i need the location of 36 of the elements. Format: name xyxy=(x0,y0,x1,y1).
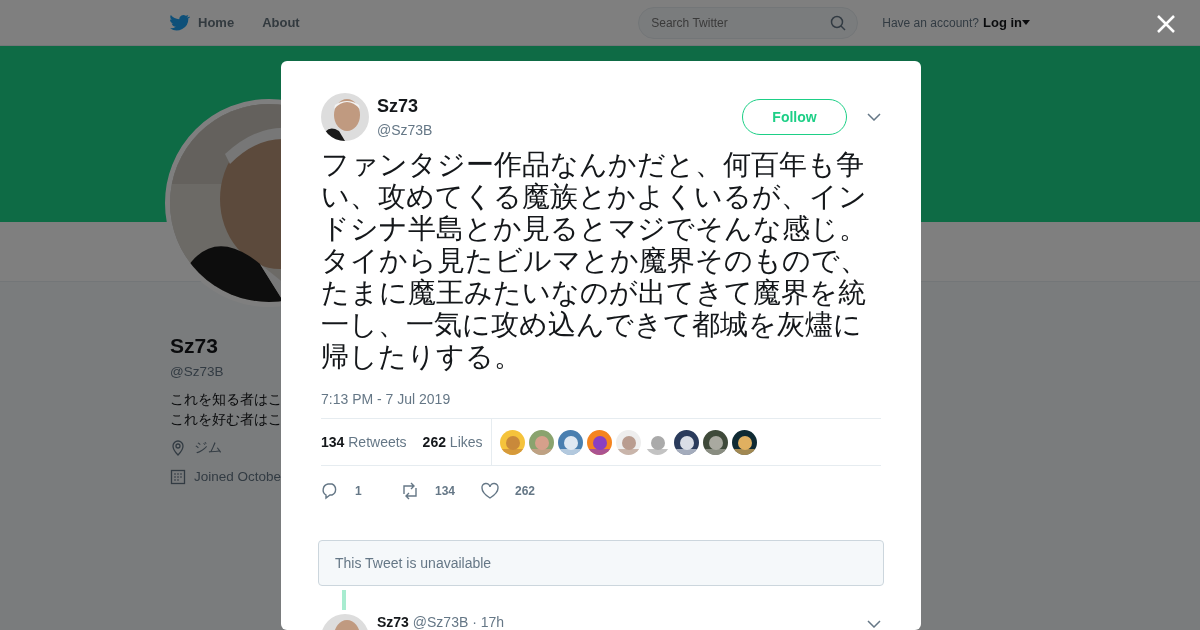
profile-name: Sz73 xyxy=(170,333,219,359)
tweet-text: ファンタジー作品なんかだと、何百年も争い、攻めてくる魔族とかよくいるが、インドシナ半島とか見るとマジでそんな感じ。タイから見たビルマとか魔界そのもので、たまに魔王みたいなのが出てきて魔界を統一し、一気に攻め込んできて都城を灰燼に帰したりする。 xyxy=(321,149,869,373)
profile-handle: @Sz73B xyxy=(170,362,225,381)
retweet-icon[interactable] xyxy=(401,482,419,500)
reply-icon[interactable] xyxy=(321,482,339,500)
location-pin-icon xyxy=(170,440,186,457)
search-field[interactable]: Search Twitter xyxy=(638,6,859,39)
author-handle: @Sz73B xyxy=(377,121,433,140)
follow-button[interactable]: Follow xyxy=(742,99,847,135)
action-count: 1 xyxy=(355,483,362,500)
tweet-age: · 17h xyxy=(472,614,505,630)
stat-count: 134 Retweets xyxy=(321,432,407,452)
heart-icon[interactable] xyxy=(481,482,499,500)
author-handle: @Sz73B xyxy=(412,614,469,630)
bio-line: これを知る者はこ xyxy=(170,390,283,409)
account-prompt: Have an account? xyxy=(882,14,979,32)
stat-count: 262 Likes xyxy=(422,432,483,452)
author-name: Sz73 xyxy=(377,614,409,630)
calendar-icon xyxy=(170,468,186,485)
author-name: Sz73 xyxy=(377,95,420,118)
unavailable-tweet-notice: This Tweet is unavailable xyxy=(318,540,884,586)
search-icon[interactable] xyxy=(830,14,847,31)
chevron-down-icon[interactable] xyxy=(867,113,881,121)
tweet-timestamp: 7:13 PM - 7 Jul 2019 xyxy=(321,390,452,409)
bio-line: これを好む者はこ xyxy=(170,411,283,429)
nav-link[interactable]: About xyxy=(262,12,300,33)
action-count: 134 xyxy=(435,483,456,500)
action-count: 262 xyxy=(515,483,536,500)
chevron-down-icon[interactable] xyxy=(867,620,881,628)
bird-icon xyxy=(170,14,190,31)
login-link[interactable]: Log in xyxy=(983,12,1030,33)
caret-icon xyxy=(1022,20,1030,25)
close-icon[interactable] xyxy=(1156,14,1176,34)
nav-link[interactable]: Home xyxy=(170,12,235,33)
profile-joined: Joined Octobe xyxy=(194,467,282,486)
profile-location: ジム xyxy=(194,439,222,458)
